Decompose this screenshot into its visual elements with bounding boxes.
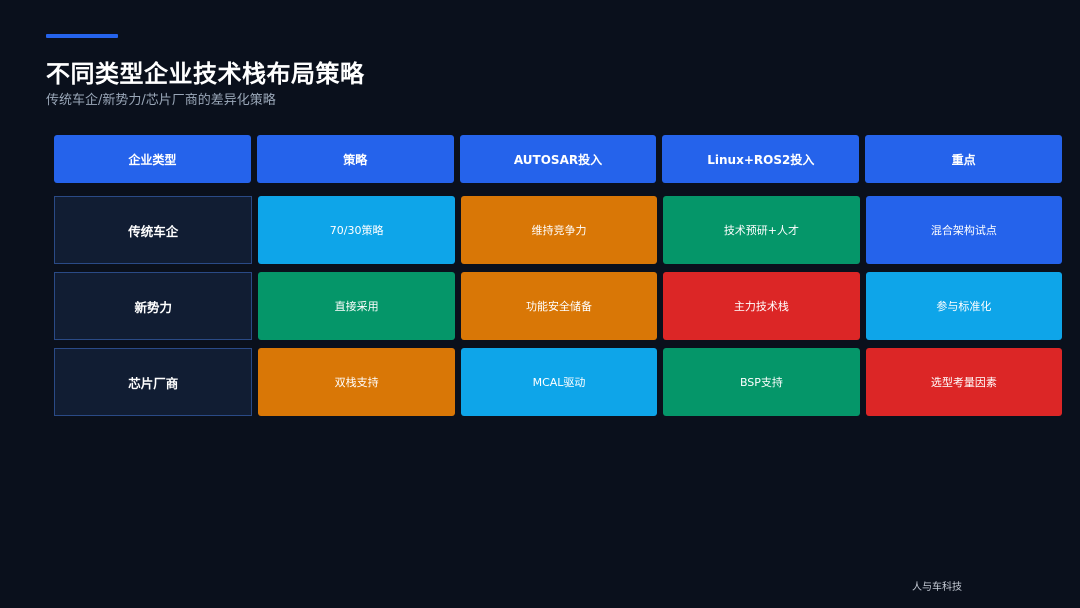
row-label: 传统车企 [54,196,253,264]
header-cell-focus: 重点 [865,135,1062,183]
table-cell: 混合架构试点 [865,196,1063,264]
header-cell-linux-ros2: Linux+ROS2投入 [662,135,860,183]
table-row: 新势力 直接采用 功能安全储备 主力技术栈 参与标准化 [54,272,1063,340]
table-cell: 选型考量因素 [865,348,1063,416]
footer-brand: 人与车科技 [912,582,962,593]
slide-title: 不同类型企业技术栈布局策略 [46,60,365,88]
slide: 不同类型企业技术栈布局策略 传统车企/新势力/芯片厂商的差异化策略 企业类型 策… [0,0,1080,608]
header-cell-company-type: 企业类型 [54,135,251,183]
strategy-table: 企业类型 策略 AUTOSAR投入 Linux+ROS2投入 重点 传统车企 7… [54,135,1063,424]
table-cell: 维持竞争力 [460,196,658,264]
table-cell: 主力技术栈 [663,272,860,340]
slide-subtitle: 传统车企/新势力/芯片厂商的差异化策略 [46,93,276,108]
row-label: 芯片厂商 [54,348,253,416]
table-row: 传统车企 70/30策略 维持竞争力 技术预研+人才 混合架构试点 [54,196,1063,264]
header-cell-autosar: AUTOSAR投入 [459,135,657,183]
table-cell: 直接采用 [258,272,455,340]
table-cell: 70/30策略 [258,196,455,264]
header-cell-strategy: 策略 [256,135,454,183]
table-header-row: 企业类型 策略 AUTOSAR投入 Linux+ROS2投入 重点 [54,135,1062,183]
row-label: 新势力 [54,272,253,340]
table-cell: BSP支持 [663,348,860,416]
table-cell: 技术预研+人才 [663,196,860,264]
table-row: 芯片厂商 双栈支持 MCAL驱动 BSP支持 选型考量因素 [54,348,1063,416]
title-accent-bar [46,34,118,38]
table-cell: 功能安全储备 [460,272,658,340]
table-cell: 参与标准化 [865,272,1063,340]
table-cell: 双栈支持 [258,348,455,416]
table-cell: MCAL驱动 [460,348,658,416]
